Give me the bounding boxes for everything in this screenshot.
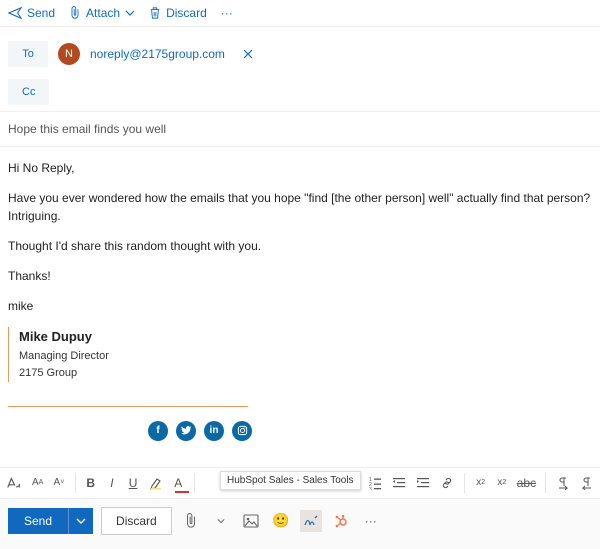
body-signoff: mike [8,297,592,315]
send-button-top[interactable]: Send [8,6,55,20]
indent-button[interactable] [416,472,430,494]
subscript-button[interactable]: x2 [496,472,507,494]
cc-field-button[interactable]: Cc [8,79,49,105]
toolbar-divider [75,473,76,493]
toolbar-divider-2 [194,473,195,493]
attach-dropdown-button[interactable] [210,510,232,532]
top-toolbar: Send Attach Discard ··· [0,0,600,27]
attach-icon-button[interactable] [180,510,202,532]
signature-title: Managing Director [19,348,118,365]
ltr-button[interactable] [556,472,570,494]
signature-toggle-button[interactable] [300,510,322,532]
attach-label: Attach [86,6,120,20]
font-size-increase-button[interactable]: AA [32,472,43,494]
font-color-swatch [175,491,189,493]
recipient-chip[interactable]: noreply@2175group.com [90,47,225,61]
signature-divider [8,406,248,407]
instagram-icon[interactable] [232,421,252,441]
superscript-button[interactable]: x2 [475,472,486,494]
insert-image-button[interactable] [240,510,262,532]
trash-icon [149,6,161,20]
email-body[interactable]: Hi No Reply, Have you ever wondered how … [0,147,600,467]
twitter-icon[interactable] [176,421,196,441]
cc-row: Cc [8,73,592,111]
font-color-button[interactable]: A [173,472,184,494]
underline-button[interactable]: U [127,472,138,494]
send-split-button: Send [8,508,93,534]
signature-name: Mike Dupuy [19,327,118,347]
body-paragraph-1: Have you ever wondered how the emails th… [8,189,592,225]
body-greeting: Hi No Reply, [8,159,592,177]
body-paragraph-2: Thought I'd share this random thought wi… [8,237,592,255]
toolbar-divider-4 [545,473,546,493]
signature-block: Mike Dupuy Managing Director 2175 Group [8,327,118,382]
subject-input[interactable]: Hope this email finds you well [0,112,600,147]
hubspot-button[interactable] [330,510,352,532]
recipient-avatar: N [58,43,80,65]
more-actions-button[interactable]: ··· [360,510,382,532]
outdent-button[interactable] [392,472,406,494]
discard-button[interactable]: Discard [101,507,172,535]
hubspot-tooltip: HubSpot Sales - Sales Tools [220,471,361,490]
numbered-list-button[interactable]: 123 [368,472,382,494]
font-size-decrease-button[interactable]: A˅ [53,472,64,494]
remove-recipient-button[interactable] [243,49,253,59]
rtl-button[interactable] [580,472,594,494]
send-button[interactable]: Send [8,508,69,534]
formatting-toolbar: AA A˅ B I U A HubSpot Sales - Sales Tool… [0,467,600,499]
strikethrough-button[interactable]: abc [517,472,535,494]
chevron-down-icon [125,8,135,18]
send-icon [8,6,22,20]
send-label: Send [27,6,55,20]
italic-button[interactable]: I [106,472,117,494]
paperclip-icon [69,6,81,20]
emoji-button[interactable]: 🙂 [270,510,292,532]
social-row: f in [148,421,592,441]
to-field-button[interactable]: To [8,41,48,67]
attach-button[interactable]: Attach [69,6,135,20]
more-label: ··· [221,6,233,20]
send-dropdown-button[interactable] [69,508,93,534]
body-thanks: Thanks! [8,267,592,285]
bold-button[interactable]: B [85,472,96,494]
linkedin-icon[interactable]: in [204,421,224,441]
highlight-button[interactable] [149,472,163,494]
bottom-bar: Send Discard 🙂 ··· [0,499,600,549]
svg-text:3: 3 [369,487,372,490]
more-button-top[interactable]: ··· [221,6,233,20]
facebook-icon[interactable]: f [148,421,168,441]
font-family-button[interactable] [6,472,22,494]
signature-company: 2175 Group [19,365,118,382]
discard-button-top[interactable]: Discard [149,6,207,20]
recipients-area: To N noreply@2175group.com Cc [0,27,600,112]
discard-label: Discard [166,6,207,20]
link-button[interactable] [440,472,454,494]
toolbar-divider-3 [464,473,465,493]
to-row: To N noreply@2175group.com [8,35,592,73]
